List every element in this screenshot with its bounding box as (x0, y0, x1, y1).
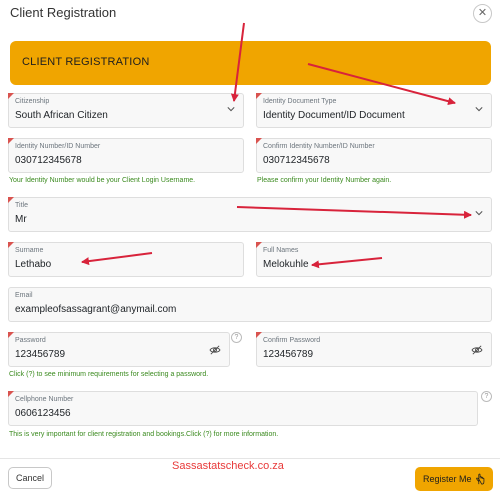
modal-header: Client Registration ✕ (0, 0, 500, 28)
surname-value: Lethabo (15, 259, 52, 270)
eye-slash-icon[interactable] (471, 345, 483, 355)
email-value: exampleofsassagrant@anymail.com (15, 304, 177, 315)
identity-number-field[interactable]: Identity Number/ID Number 030712345678 (8, 138, 244, 173)
footer-divider (0, 458, 500, 459)
password-value: 123456789 (15, 349, 66, 360)
confirm-password-label: Confirm Password (263, 337, 321, 344)
cellphone-number-field[interactable]: Cellphone Number 0606123456 (8, 391, 478, 426)
confirm-identity-number-value: 030712345678 (263, 155, 330, 166)
email-field[interactable]: Email exampleofsassagrant@anymail.com (8, 287, 492, 322)
identity-document-type-select[interactable]: Identity Document Type Identity Document… (256, 93, 492, 128)
title-label: Title (15, 202, 28, 209)
close-button[interactable]: ✕ (473, 4, 492, 23)
confirm-identity-number-field[interactable]: Confirm Identity Number/ID Number 030712… (256, 138, 492, 173)
close-icon: ✕ (477, 7, 488, 19)
identity-document-type-label: Identity Document Type (263, 98, 337, 105)
chevron-down-icon (475, 107, 483, 112)
eye-slash-icon[interactable] (209, 345, 221, 355)
citizenship-select[interactable]: Citizenship South African Citizen (8, 93, 244, 128)
identity-number-label: Identity Number/ID Number (15, 143, 101, 150)
full-names-field[interactable]: Full Names Melokuhle (256, 242, 492, 277)
confirm-password-field[interactable]: Confirm Password 123456789 (256, 332, 492, 367)
title-select[interactable]: Title Mr (8, 197, 492, 232)
cellphone-number-value: 0606123456 (15, 408, 71, 419)
cellphone-help-icon[interactable]: ? (481, 391, 492, 402)
identity-number-hint: Your Identity Number would be your Clien… (9, 177, 196, 184)
password-field[interactable]: Password 123456789 (8, 332, 230, 367)
title-value: Mr (15, 214, 27, 225)
full-names-value: Melokuhle (263, 259, 309, 270)
surname-field[interactable]: Surname Lethabo (8, 242, 244, 277)
surname-label: Surname (15, 247, 44, 254)
modal-title: Client Registration (10, 5, 117, 20)
hand-pointer-icon (476, 473, 485, 485)
cancel-button[interactable]: Cancel (8, 467, 52, 489)
password-help-icon[interactable]: ? (231, 332, 242, 343)
password-label: Password (15, 337, 46, 344)
citizenship-label: Citizenship (15, 98, 50, 105)
full-names-label: Full Names (263, 247, 299, 254)
register-me-button[interactable]: Register Me (415, 467, 493, 491)
confirm-identity-number-label: Confirm Identity Number/ID Number (263, 143, 375, 150)
chevron-down-icon (227, 107, 235, 112)
cellphone-number-hint: This is very important for client regist… (9, 431, 279, 438)
citizenship-value: South African Citizen (15, 110, 108, 121)
password-hint: Click (?) to see minimum requirements fo… (9, 371, 209, 378)
chevron-down-icon (475, 211, 483, 216)
email-label: Email (15, 292, 33, 299)
cellphone-number-label: Cellphone Number (15, 396, 74, 403)
identity-number-value: 030712345678 (15, 155, 82, 166)
identity-document-type-value: Identity Document/ID Document (263, 110, 405, 121)
register-me-label: Register Me (423, 474, 472, 484)
confirm-identity-number-hint: Please confirm your Identity Number agai… (257, 177, 392, 184)
confirm-password-value: 123456789 (263, 349, 314, 360)
banner-title: CLIENT REGISTRATION (22, 56, 150, 68)
registration-banner: CLIENT REGISTRATION (10, 41, 491, 85)
watermark: Sassastatscheck.co.za (172, 460, 284, 472)
